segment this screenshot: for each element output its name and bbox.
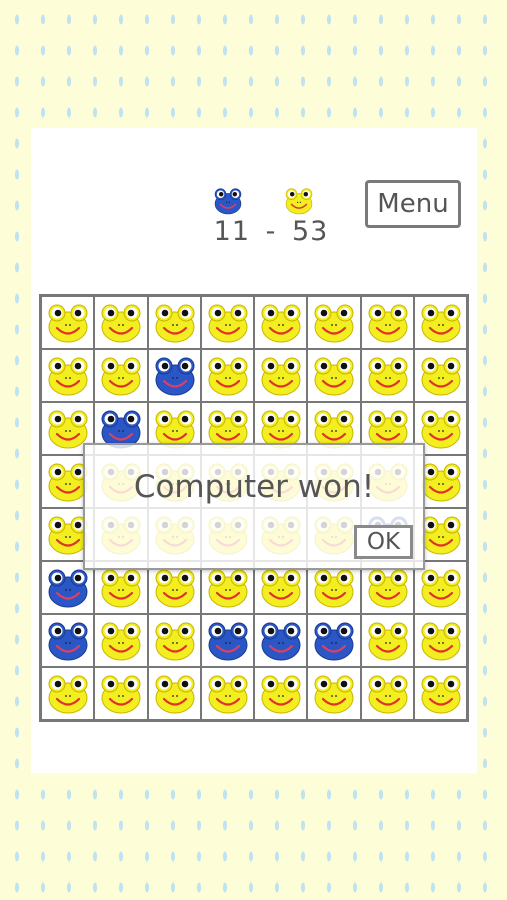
yellow-frog-icon bbox=[101, 569, 141, 608]
yellow-frog-icon bbox=[101, 675, 141, 714]
scoreboard: 11 - 53 Menu bbox=[31, 128, 477, 258]
yellow-frog-icon bbox=[421, 357, 461, 396]
board-cell-yellow-frog[interactable] bbox=[413, 667, 467, 720]
board-cell-yellow-frog[interactable] bbox=[94, 667, 148, 720]
board-cell-yellow-frog[interactable] bbox=[254, 667, 308, 720]
board-cell-yellow-frog[interactable] bbox=[147, 296, 201, 349]
yellow-frog-icon bbox=[368, 304, 407, 343]
board-cell-yellow-frog[interactable] bbox=[147, 667, 201, 720]
yellow-frog-icon bbox=[208, 304, 248, 343]
yellow-frog-icon bbox=[155, 622, 194, 661]
board-cell-yellow-frog[interactable] bbox=[413, 614, 467, 667]
board-cell-yellow-frog[interactable] bbox=[413, 296, 467, 349]
yellow-frog-icon bbox=[48, 357, 88, 396]
yellow-frog-icon bbox=[155, 569, 194, 608]
yellow-frog-icon bbox=[314, 357, 354, 396]
board-cell-blue-frog[interactable] bbox=[254, 614, 308, 667]
yellow-frog-icon bbox=[368, 357, 407, 396]
yellow-frog-icon bbox=[101, 622, 141, 661]
board-cell-yellow-frog[interactable] bbox=[147, 614, 201, 667]
yellow-frog-icon bbox=[314, 675, 354, 714]
yellow-frog-icon bbox=[101, 357, 141, 396]
yellow-frog-icon bbox=[208, 569, 248, 608]
yellow-frog-icon bbox=[368, 622, 407, 661]
yellow-frog-icon bbox=[368, 569, 407, 608]
blue-frog-icon bbox=[48, 569, 88, 608]
board-cell-blue-frog[interactable] bbox=[200, 614, 254, 667]
blue-frog-icon bbox=[155, 357, 194, 396]
board-cell-yellow-frog[interactable] bbox=[360, 296, 414, 349]
board-cell-yellow-frog[interactable] bbox=[41, 296, 95, 349]
board-cell-yellow-frog[interactable] bbox=[200, 296, 254, 349]
blue-frog-icon bbox=[261, 622, 301, 661]
blue-frog-icon bbox=[208, 622, 248, 661]
yellow-frog-icon bbox=[155, 304, 194, 343]
yellow-frog-icon bbox=[101, 304, 141, 343]
yellow-frog-icon bbox=[48, 304, 88, 343]
board-cell-yellow-frog[interactable] bbox=[307, 667, 361, 720]
yellow-frog-icon bbox=[208, 675, 248, 714]
board-cell-yellow-frog[interactable] bbox=[94, 296, 148, 349]
blue-score: 11 bbox=[213, 216, 251, 247]
ok-button[interactable]: OK bbox=[354, 525, 413, 559]
board-cell-yellow-frog[interactable] bbox=[413, 349, 467, 402]
yellow-frog-icon bbox=[282, 184, 316, 218]
board-cell-yellow-frog[interactable] bbox=[360, 614, 414, 667]
score-readout: 11 - 53 bbox=[201, 216, 341, 247]
yellow-frog-icon bbox=[314, 569, 354, 608]
yellow-frog-icon bbox=[208, 357, 248, 396]
game-screen: { "header": { "blue_score": "11", "separ… bbox=[0, 0, 507, 900]
board-cell-yellow-frog[interactable] bbox=[307, 349, 361, 402]
yellow-frog-icon bbox=[314, 304, 354, 343]
yellow-score: 53 bbox=[291, 216, 329, 247]
yellow-frog-icon bbox=[261, 357, 301, 396]
blue-frog-icon bbox=[48, 622, 88, 661]
game-over-dialog: Computer won! OK bbox=[83, 443, 425, 570]
board-cell-yellow-frog[interactable] bbox=[254, 296, 308, 349]
yellow-frog-icon bbox=[421, 675, 461, 714]
board-cell-yellow-frog[interactable] bbox=[94, 349, 148, 402]
yellow-frog-icon bbox=[48, 675, 88, 714]
yellow-frog-icon bbox=[421, 569, 461, 608]
board-cell-yellow-frog[interactable] bbox=[94, 614, 148, 667]
yellow-frog-icon bbox=[155, 675, 194, 714]
board-cell-blue-frog[interactable] bbox=[41, 614, 95, 667]
blue-frog-icon bbox=[211, 184, 245, 218]
yellow-frog-icon bbox=[421, 304, 461, 343]
board-cell-yellow-frog[interactable] bbox=[254, 349, 308, 402]
yellow-frog-icon bbox=[261, 675, 301, 714]
score-separator: - bbox=[265, 216, 277, 247]
board-cell-yellow-frog[interactable] bbox=[200, 349, 254, 402]
blue-frog-icon bbox=[314, 622, 354, 661]
yellow-frog-icon bbox=[421, 622, 461, 661]
yellow-frog-icon bbox=[261, 304, 301, 343]
menu-button[interactable]: Menu bbox=[365, 180, 461, 228]
board-cell-blue-frog[interactable] bbox=[307, 614, 361, 667]
board-cell-yellow-frog[interactable] bbox=[200, 667, 254, 720]
board-cell-blue-frog[interactable] bbox=[147, 349, 201, 402]
yellow-frog-icon bbox=[261, 569, 301, 608]
yellow-frog-icon bbox=[368, 675, 407, 714]
board-cell-yellow-frog[interactable] bbox=[307, 296, 361, 349]
board-cell-yellow-frog[interactable] bbox=[41, 667, 95, 720]
board-cell-yellow-frog[interactable] bbox=[360, 349, 414, 402]
board-cell-yellow-frog[interactable] bbox=[360, 667, 414, 720]
dialog-message: Computer won! bbox=[133, 469, 375, 505]
board-cell-yellow-frog[interactable] bbox=[41, 349, 95, 402]
